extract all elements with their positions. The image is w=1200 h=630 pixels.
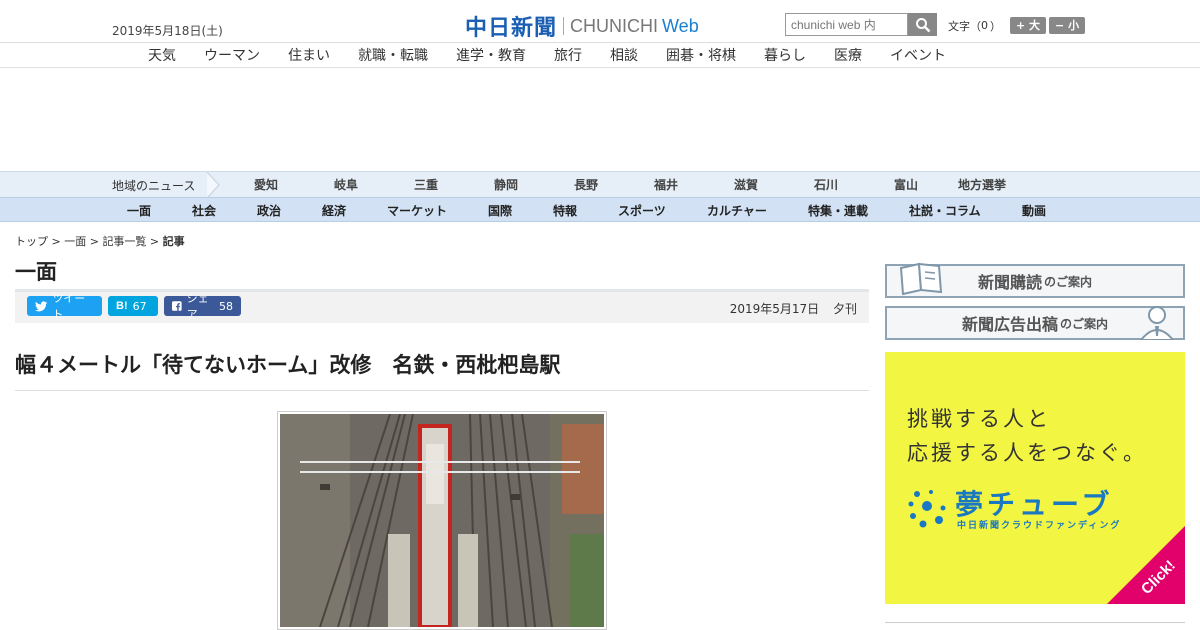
chevron-right-icon — [206, 172, 220, 198]
breadcrumb-separator: > — [86, 235, 103, 248]
hatena-bookmark-icon: B! — [116, 300, 128, 312]
facebook-share-count: 58 — [219, 299, 233, 313]
category-item[interactable]: 一面 — [127, 202, 151, 219]
ad-subtitle: 中日新聞クラウドファンディング — [957, 521, 1122, 531]
breadcrumb-current: 記事 — [162, 235, 185, 248]
region-item[interactable]: 富山 — [894, 176, 918, 193]
font-larger-button[interactable]: + 大 — [1010, 17, 1047, 34]
subscribe-banner-title: 新聞購読 — [977, 273, 1042, 292]
main-nav-item[interactable]: 囲碁・将棋 — [666, 45, 736, 65]
breadcrumb-top[interactable]: トップ — [15, 235, 48, 248]
current-date: 2019年5月18日(土) — [112, 24, 223, 38]
crowdfunding-ad[interactable]: 挑戦する人と 応援する人をつなぐ。 夢チューブ 中日新聞クラウドファンディング … — [885, 352, 1185, 604]
ad-brand: 夢チューブ — [955, 488, 1114, 521]
search-button[interactable] — [908, 13, 937, 36]
category-item[interactable]: マーケット — [387, 202, 447, 219]
publish-date: 2019年5月17日 — [729, 302, 820, 316]
logo-english: CHUNICHI — [570, 15, 659, 36]
main-nav-item[interactable]: 相談 — [610, 45, 638, 65]
font-size-label: 文字（ — [948, 19, 981, 33]
hatena-bookmark-button[interactable]: B! 67 — [108, 296, 158, 316]
category-item[interactable]: 経済 — [322, 202, 346, 219]
breadcrumb: トップ > 一面 > 記事一覧 > 記事 — [15, 233, 185, 249]
sidebar-divider — [885, 622, 1185, 623]
category-item[interactable]: 政治 — [257, 202, 281, 219]
region-item[interactable]: 福井 — [654, 176, 678, 193]
main-nav-item[interactable]: ウーマン — [204, 45, 260, 65]
region-item[interactable]: 滋賀 — [734, 176, 758, 193]
publish-info: 2019年5月17日 夕刊 — [730, 300, 857, 317]
tweet-label: ツイート — [52, 292, 86, 321]
category-item[interactable]: スポーツ — [618, 202, 666, 219]
breadcrumb-separator: > — [48, 235, 65, 248]
font-size-count: 0 — [981, 19, 988, 32]
category-item[interactable]: 社会 — [192, 202, 216, 219]
category-item[interactable]: 特報 — [553, 202, 577, 219]
edition-label: 夕刊 — [832, 302, 857, 316]
logo-web: Web — [662, 15, 699, 36]
subscribe-banner[interactable]: 新聞購読 のご案内 — [885, 262, 1185, 298]
region-item[interactable]: 地方選挙 — [958, 176, 1006, 193]
main-nav-item[interactable]: 医療 — [834, 45, 862, 65]
font-size-label-close: ） — [990, 19, 1001, 33]
font-smaller-button[interactable]: − 小 — [1049, 17, 1086, 34]
main-nav-item[interactable]: イベント — [890, 45, 946, 65]
breadcrumb-list[interactable]: 記事一覧 — [102, 235, 146, 248]
article-photo[interactable] — [277, 411, 607, 630]
category-item[interactable]: 社説・コラム — [909, 202, 981, 219]
site-search — [785, 13, 937, 36]
dream-tube-logo-icon — [908, 490, 946, 528]
twitter-icon — [35, 300, 48, 311]
category-item[interactable]: カルチャー — [707, 202, 767, 219]
breadcrumb-section[interactable]: 一面 — [64, 235, 86, 248]
region-item[interactable]: 愛知 — [254, 176, 278, 193]
main-nav-item[interactable]: 旅行 — [554, 45, 582, 65]
advertise-banner-title: 新聞広告出稿 — [961, 315, 1058, 334]
category-item[interactable]: 動画 — [1022, 202, 1046, 219]
main-nav-item[interactable]: 進学・教育 — [456, 45, 526, 65]
breadcrumb-separator: > — [146, 235, 163, 248]
hatena-bookmark-count: 67 — [132, 299, 147, 313]
headline-divider — [15, 390, 869, 391]
search-input[interactable] — [785, 13, 908, 36]
station-aerial-image — [280, 413, 604, 629]
region-item[interactable]: 長野 — [574, 176, 598, 193]
site-logo[interactable]: 中日新聞 CHUNICHI Web — [465, 10, 699, 42]
ad-line: 応援する人をつなぐ。 — [907, 441, 1147, 465]
tweet-button[interactable]: ツイート — [27, 292, 102, 321]
region-item[interactable]: 石川 — [814, 176, 838, 193]
site-header: 2019年5月18日(土) 中日新聞 CHUNICHI Web 文字（ 0 ） … — [0, 0, 1200, 43]
share-bar: ツイート B! 67 シェア 58 2019年5月17日 夕刊 — [15, 289, 869, 323]
category-item[interactable]: 国際 — [488, 202, 512, 219]
search-icon — [915, 17, 930, 32]
main-nav-item[interactable]: 住まい — [288, 45, 330, 65]
newspaper-icon — [899, 262, 943, 296]
facebook-icon — [172, 301, 182, 311]
advertise-banner-sub: のご案内 — [1060, 316, 1109, 331]
region-item[interactable]: 三重 — [414, 176, 438, 193]
subscribe-banner-sub: のご案内 — [1044, 274, 1093, 289]
region-item[interactable]: 岐阜 — [334, 176, 358, 193]
businessman-icon — [1139, 306, 1175, 340]
region-item[interactable]: 静岡 — [494, 176, 518, 193]
region-nav-label: 地域のニュース — [112, 179, 196, 193]
main-nav-item[interactable]: 就職・転職 — [358, 45, 428, 65]
facebook-share-button[interactable]: シェア 58 — [164, 292, 241, 321]
main-nav-item[interactable]: 暮らし — [764, 45, 806, 65]
main-nav-item[interactable]: 天気 — [148, 45, 176, 65]
logo-japanese: 中日新聞 — [465, 16, 558, 41]
section-title: 一面 — [15, 260, 57, 284]
logo-divider — [563, 17, 565, 35]
ad-copy: 挑戦する人と 応援する人をつなぐ。 — [907, 402, 1147, 470]
category-item[interactable]: 特集・連載 — [808, 202, 868, 219]
category-nav: 一面 社会 政治 経済 マーケット 国際 特報 スポーツ カルチャー 特集・連載… — [0, 197, 1200, 222]
font-size-control: 文字（ 0 ） + 大 − 小 — [948, 17, 1086, 34]
ad-line: 挑戦する人と — [907, 407, 1051, 431]
article-headline: 幅４メートル「待てないホーム」改修 名鉄・西枇杷島駅 — [15, 353, 561, 377]
facebook-share-label: シェア — [186, 292, 209, 321]
advertise-banner[interactable]: 新聞広告出稿 のご案内 — [885, 306, 1185, 340]
main-nav: 天気 ウーマン 住まい 就職・転職 進学・教育 旅行 相談 囲碁・将棋 暮らし … — [0, 43, 1200, 68]
region-nav: 地域のニュース 愛知 岐阜 三重 静岡 長野 福井 滋賀 石川 富山 地方選挙 — [0, 171, 1200, 198]
